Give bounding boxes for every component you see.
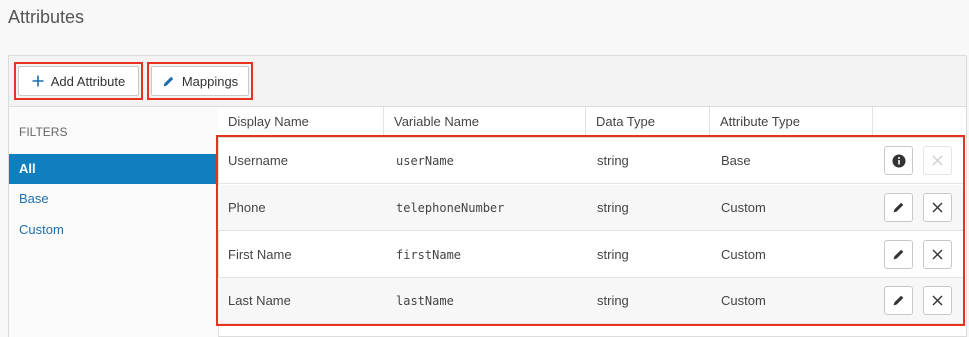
attribute-type-cell: Custom [721, 293, 766, 308]
pencil-icon [893, 295, 904, 306]
column-attribute-type[interactable]: Attribute Type [710, 107, 873, 137]
info-icon [892, 154, 905, 167]
mappings-label: Mappings [181, 73, 239, 89]
delete-button[interactable] [923, 240, 952, 269]
filter-custom[interactable]: Custom [9, 215, 217, 245]
edit-button[interactable] [884, 193, 913, 222]
variable-name-cell: telephoneNumber [396, 201, 505, 215]
variable-name-cell: firstName [396, 248, 462, 262]
filter-base[interactable]: Base [9, 184, 217, 214]
mappings-highlight: Mappings [147, 62, 253, 100]
mappings-button[interactable]: Mappings [151, 66, 249, 96]
table-header: Display Name Variable Name Data Type Att… [218, 107, 965, 138]
display-name-cell: Last Name [228, 293, 291, 308]
page-title: Attributes [8, 7, 85, 27]
display-name-cell: First Name [228, 247, 292, 262]
data-type-cell: string [597, 293, 629, 308]
add-attribute-button[interactable]: Add Attribute [18, 66, 139, 96]
pencil-icon [893, 249, 904, 260]
pencil-icon [162, 75, 175, 88]
attribute-type-cell: Custom [721, 200, 766, 215]
close-icon [932, 202, 943, 213]
display-name-cell: Username [228, 153, 288, 168]
variable-name-cell: lastName [396, 294, 454, 308]
close-icon [932, 155, 943, 166]
data-type-cell: string [597, 153, 629, 168]
edit-button[interactable] [884, 240, 913, 269]
close-icon [932, 249, 943, 260]
filters-sidebar: FILTERS All Base Custom [9, 107, 219, 337]
plus-icon [32, 75, 44, 87]
column-data-type[interactable]: Data Type [586, 107, 710, 137]
table-row: Username userName string Base [218, 138, 965, 184]
add-attribute-highlight: Add Attribute [14, 62, 143, 100]
data-type-cell: string [597, 200, 629, 215]
table-row: Phone telephoneNumber string Custom [218, 185, 965, 231]
filters-heading: FILTERS [19, 125, 68, 139]
data-type-cell: string [597, 247, 629, 262]
attribute-type-cell: Base [721, 153, 751, 168]
pencil-icon [893, 202, 904, 213]
table-row: First Name firstName string Custom [218, 232, 965, 278]
delete-button[interactable] [923, 193, 952, 222]
table-row: Last Name lastName string Custom [218, 278, 965, 324]
column-display-name[interactable]: Display Name [218, 107, 384, 137]
delete-button[interactable] [923, 286, 952, 315]
attribute-type-cell: Custom [721, 247, 766, 262]
close-icon [932, 295, 943, 306]
display-name-cell: Phone [228, 200, 266, 215]
info-button[interactable] [884, 146, 913, 175]
edit-button[interactable] [884, 286, 913, 315]
variable-name-cell: userName [396, 154, 454, 168]
add-attribute-label: Add Attribute [50, 73, 126, 89]
column-variable-name[interactable]: Variable Name [384, 107, 586, 137]
delete-button[interactable] [923, 146, 952, 175]
toolbar: Add Attribute Mappings [9, 56, 966, 107]
filter-all[interactable]: All [9, 154, 217, 184]
